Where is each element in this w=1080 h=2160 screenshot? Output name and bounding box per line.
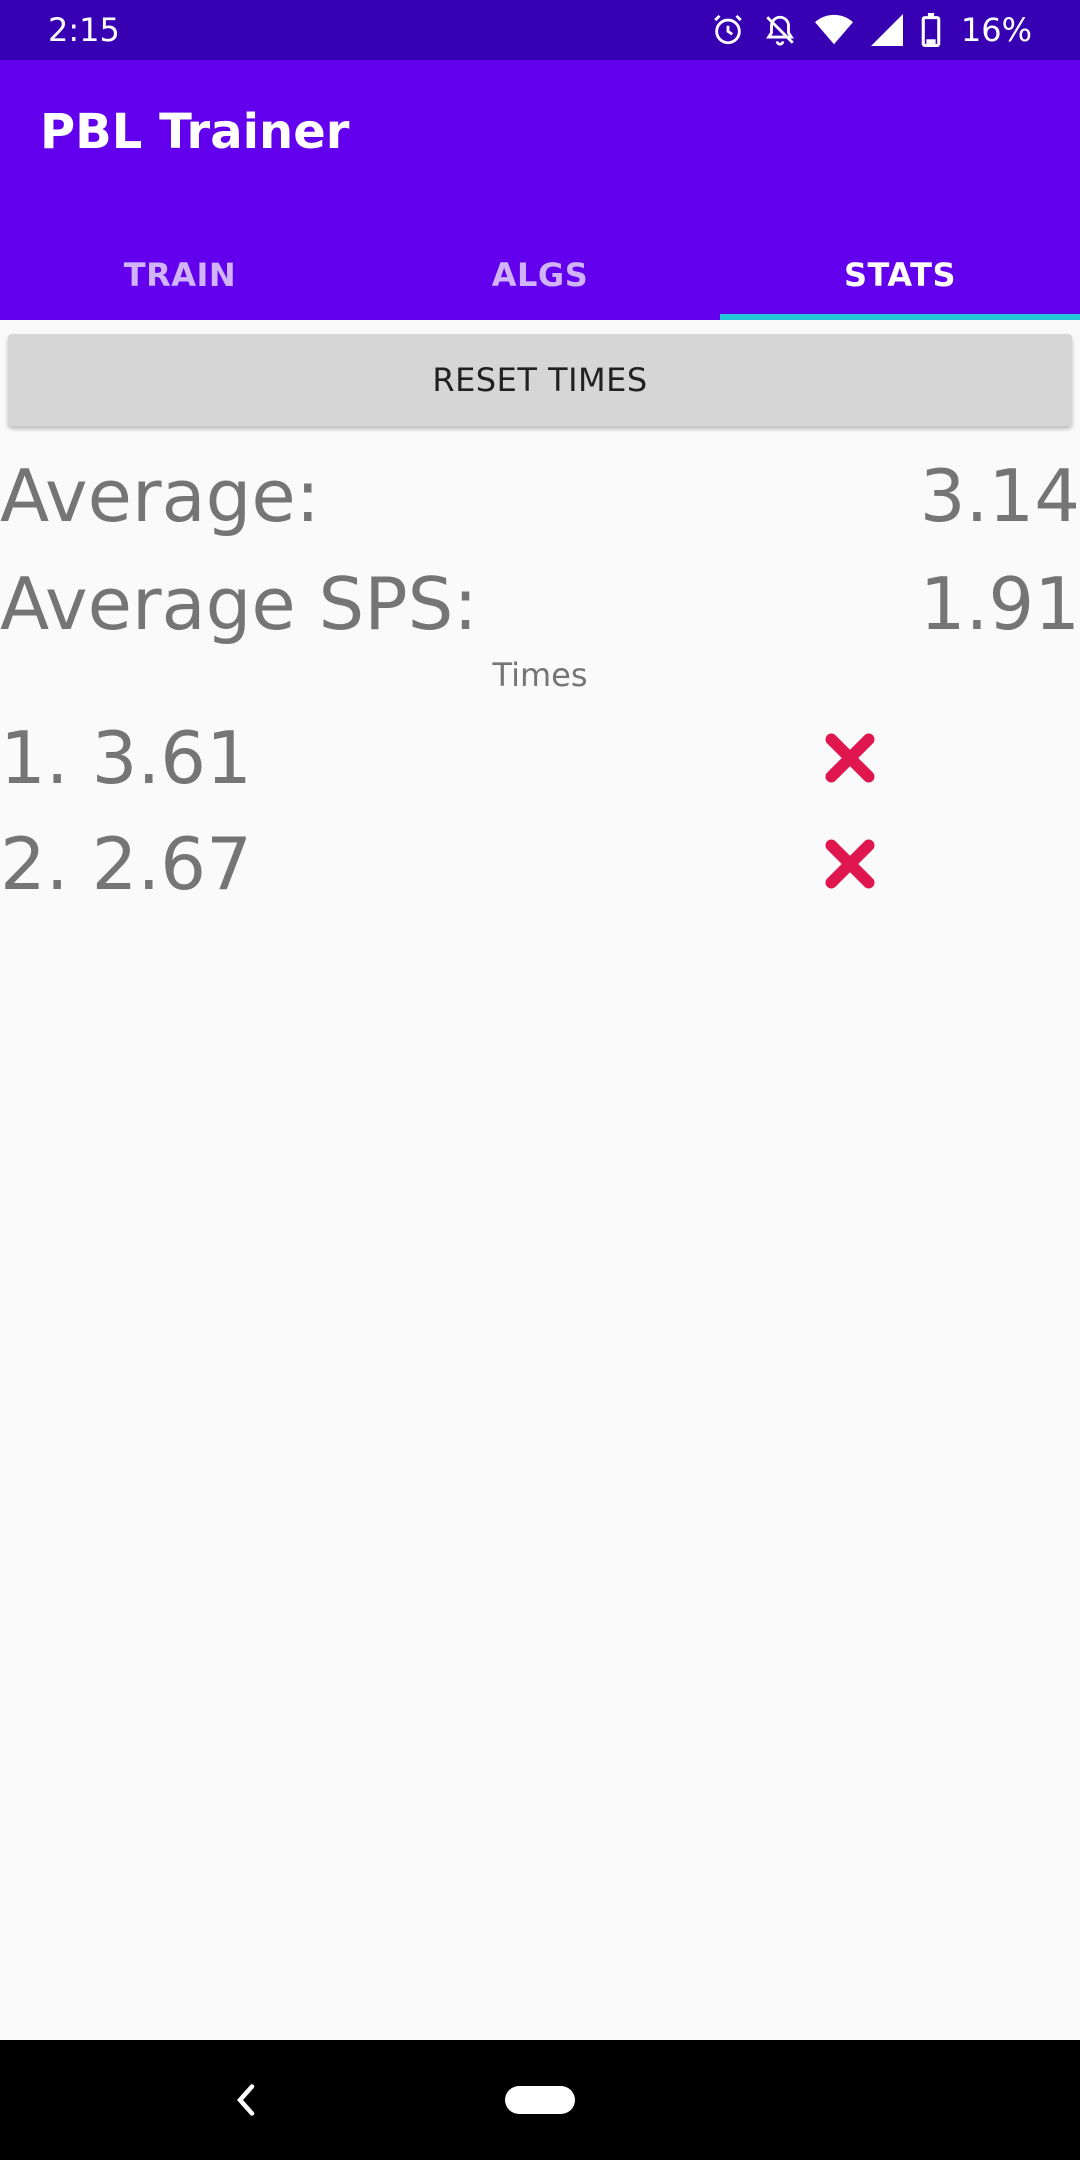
close-icon bbox=[825, 733, 875, 783]
back-icon[interactable] bbox=[222, 2076, 270, 2124]
cell-signal-icon bbox=[870, 14, 903, 46]
home-pill[interactable] bbox=[505, 2086, 575, 2114]
average-row: Average: 3.14 bbox=[0, 448, 1080, 544]
list-item: 1. 3.61 bbox=[0, 710, 1080, 806]
notifications-off-icon bbox=[763, 13, 797, 47]
status-icons: 16% bbox=[711, 11, 1032, 49]
delete-time-button[interactable] bbox=[818, 832, 882, 896]
navigation-bar bbox=[0, 2040, 1080, 2160]
average-sps-label: Average SPS: bbox=[0, 562, 478, 646]
time-entry: 1. 3.61 bbox=[0, 716, 252, 800]
times-heading: Times bbox=[492, 656, 588, 694]
tab-stats-label: STATS bbox=[843, 256, 957, 294]
reset-times-button[interactable]: RESET TIMES bbox=[8, 334, 1072, 426]
time-entry: 2. 2.67 bbox=[0, 822, 252, 906]
status-time: 2:15 bbox=[48, 11, 120, 49]
close-icon bbox=[825, 839, 875, 889]
battery-icon bbox=[921, 13, 941, 47]
average-sps-value: 1.91 bbox=[919, 562, 1080, 646]
app-title: PBL Trainer bbox=[40, 104, 350, 160]
tab-bar: TRAIN ALGS STATS bbox=[0, 230, 1080, 320]
app-bar: PBL Trainer TRAIN ALGS STATS bbox=[0, 60, 1080, 320]
battery-percent: 16% bbox=[960, 11, 1032, 49]
average-label: Average: bbox=[0, 454, 320, 538]
tab-algs[interactable]: ALGS bbox=[360, 230, 720, 320]
screen: 2:15 16% PBL Trainer TRAIN ALGS STATS RE… bbox=[0, 0, 1080, 2160]
status-bar: 2:15 16% bbox=[0, 0, 1080, 60]
tab-train[interactable]: TRAIN bbox=[0, 230, 360, 320]
wifi-icon bbox=[814, 13, 853, 47]
average-sps-row: Average SPS: 1.91 bbox=[0, 556, 1080, 652]
tab-stats[interactable]: STATS bbox=[720, 230, 1080, 320]
alarm-icon bbox=[711, 13, 745, 47]
list-item: 2. 2.67 bbox=[0, 816, 1080, 912]
average-value: 3.14 bbox=[919, 454, 1080, 538]
delete-time-button[interactable] bbox=[818, 726, 882, 790]
tab-indicator bbox=[720, 314, 1080, 320]
